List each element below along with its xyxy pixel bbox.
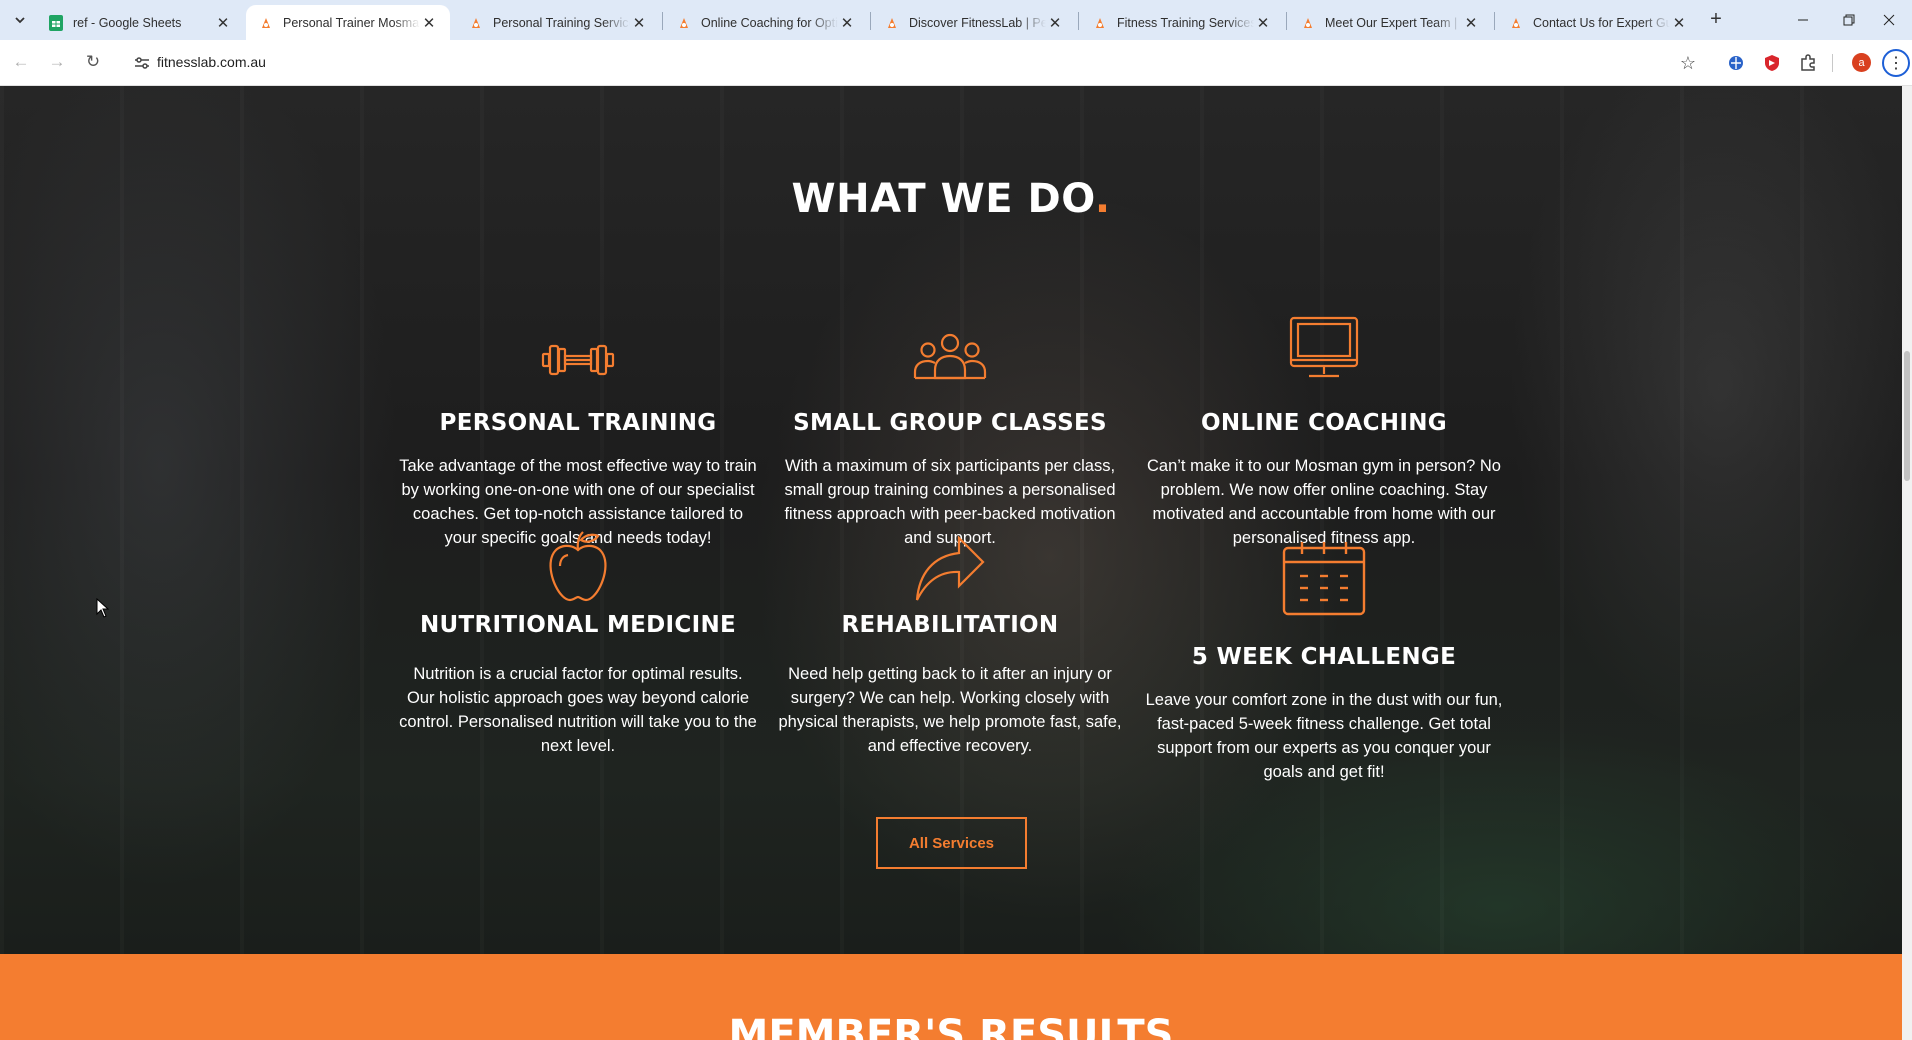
bookmark-star-icon[interactable]: ☆ [1676,51,1700,75]
tab-separator [1078,12,1079,30]
service-nutritional-medicine: NUTRITIONAL MEDICINE Nutrition is a cruc… [398,520,758,758]
section-title: WHAT WE DO. [0,176,1902,222]
service-title: NUTRITIONAL MEDICINE [419,612,737,638]
tab-separator [1494,12,1495,30]
tab-personal-training-services[interactable]: Personal Training Services ✕ [456,5,660,40]
calendar-icon [1144,520,1504,616]
mouse-cursor-icon [96,598,110,618]
tab-separator [1286,12,1287,30]
tab-fitness-training-services[interactable]: Fitness Training Services | FitnessLab ✕ [1080,5,1284,40]
fitnesslab-icon [468,15,484,31]
service-title: 5 WEEK CHALLENGE [1191,644,1457,670]
close-tab-icon[interactable]: ✕ [1254,14,1272,32]
tab-title: Personal Trainer Mosman [283,15,420,30]
tab-separator [870,12,871,30]
url-text[interactable]: fitnesslab.com.au [157,54,266,70]
all-services-button[interactable]: All Services [876,817,1027,869]
kebab-menu-icon: ⋮ [1888,55,1904,72]
forward-arrow-icon [770,520,1130,602]
profile-avatar[interactable]: a [1852,53,1871,72]
members-results-section: MEMBER'S RESULTS [0,954,1902,1040]
close-icon [1883,14,1895,26]
arrow-right-icon: → [48,52,66,71]
tab-search-button[interactable] [8,9,32,31]
service-description: Nutrition is a crucial factor for optima… [399,665,757,755]
new-tab-button[interactable]: + [1704,8,1728,32]
sheets-icon [48,14,64,31]
fitnesslab-icon [1092,15,1108,31]
what-we-do-section: WHAT WE DO. PERSONAL TRAINING Take advan… [0,86,1902,954]
minimize-icon [1798,19,1808,21]
forward-button[interactable]: → [44,49,70,75]
address-bar[interactable]: fitnesslab.com.au ☆ [124,46,1708,79]
close-tab-icon[interactable]: ✕ [838,14,856,32]
tab-discover-fitnesslab[interactable]: Discover FitnessLab | Personal ✕ [872,5,1076,40]
service-description: Leave your comfort zone in the dust with… [1145,691,1503,781]
service-description: Need help getting back to it after an in… [778,665,1122,755]
close-tab-icon[interactable]: ✕ [420,14,438,32]
section-title-accent-dot: . [1094,176,1111,222]
plus-icon: + [1710,8,1722,30]
browser-menu-button[interactable]: ⋮ [1882,49,1910,77]
arrow-left-icon: ← [12,52,30,71]
dumbbell-icon [398,298,758,380]
service-personal-training: PERSONAL TRAINING Take advantage of the … [398,298,758,550]
service-title: PERSONAL TRAINING [439,410,717,436]
tab-google-sheets[interactable]: ref - Google Sheets ✕ [36,5,244,40]
tab-title: Discover FitnessLab | Personal [909,15,1046,30]
reload-button[interactable]: ↻ [80,49,106,75]
tab-meet-our-expert-team[interactable]: Meet Our Expert Team | FitnessLab ✕ [1288,5,1492,40]
fitnesslab-icon [258,15,274,31]
tab-title: Fitness Training Services | FitnessLab [1117,15,1254,30]
members-results-title: MEMBER'S RESULTS [728,1012,1174,1040]
chevron-down-icon [15,17,25,24]
service-rehabilitation: REHABILITATION Need help getting back to… [770,520,1130,758]
fitnesslab-icon [676,15,692,31]
browser-tab-strip: ref - Google Sheets ✕ Personal Trainer M… [0,0,1912,40]
close-window-button[interactable] [1866,0,1912,40]
service-title: REHABILITATION [841,612,1059,638]
back-button[interactable]: ← [8,49,34,75]
service-5-week-challenge: 5 WEEK CHALLENGE Leave your comfort zone… [1144,520,1504,784]
fitnesslab-icon [884,15,900,31]
close-tab-icon[interactable]: ✕ [1670,14,1688,32]
tab-online-coaching[interactable]: Online Coaching for Optimal ✕ [664,5,868,40]
service-small-group-classes: SMALL GROUP CLASSES With a maximum of si… [770,298,1130,550]
minimize-button[interactable] [1780,0,1826,40]
close-tab-icon[interactable]: ✕ [214,14,232,32]
page-viewport: WHAT WE DO. PERSONAL TRAINING Take advan… [0,86,1902,1040]
reload-icon: ↻ [85,52,101,71]
extension-shield-icon[interactable] [1761,52,1783,74]
tab-title: Contact Us for Expert Guidance [1533,15,1670,30]
extension-globe-icon[interactable] [1725,52,1747,74]
tab-personal-trainer-mosman[interactable]: Personal Trainer Mosman ✕ [246,5,450,40]
browser-toolbar: ← → ↻ fitnesslab.com.au ☆ a ⋮ [0,40,1912,86]
fitnesslab-icon [1300,15,1316,31]
tab-title: Personal Training Services [493,15,630,30]
service-title: SMALL GROUP CLASSES [793,410,1107,436]
page-scrollbar[interactable] [1902,86,1912,1040]
site-info-icon[interactable] [130,51,154,75]
monitor-icon [1144,298,1504,380]
restore-icon [1843,14,1855,26]
close-tab-icon[interactable]: ✕ [630,14,648,32]
tab-separator [662,12,663,30]
group-icon [770,298,1130,380]
fitnesslab-icon [1508,15,1524,31]
tab-title: Meet Our Expert Team | FitnessLab [1325,15,1462,30]
extensions-puzzle-icon[interactable] [1797,52,1819,74]
tab-contact-us[interactable]: Contact Us for Expert Guidance ✕ [1496,5,1700,40]
close-tab-icon[interactable]: ✕ [1046,14,1064,32]
tab-title: ref - Google Sheets [73,15,182,30]
tab-title: Online Coaching for Optimal [701,15,838,30]
service-title: ONLINE COACHING [1201,410,1447,436]
service-online-coaching: ONLINE COACHING Can’t make it to our Mos… [1144,298,1504,550]
apple-icon [398,520,758,602]
scrollbar-thumb[interactable] [1904,351,1910,481]
toolbar-separator [1832,54,1833,72]
section-title-text: WHAT WE DO [791,176,1095,222]
close-tab-icon[interactable]: ✕ [1462,14,1480,32]
